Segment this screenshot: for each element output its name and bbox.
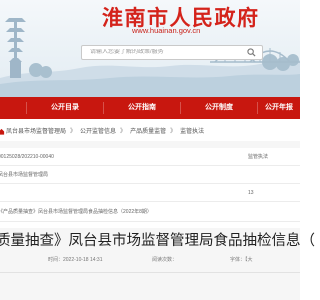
breadcrumb-item-product-quality[interactable]: 产品质量监管 <box>130 124 166 140</box>
meta-divider <box>0 201 300 202</box>
search-icon[interactable] <box>247 48 256 57</box>
article-title: 质量抽查》凤台县市场监督管理局食品抽检信息（ <box>0 233 315 249</box>
meta-category-value: 监管执法 <box>248 154 269 160</box>
article-divider <box>0 272 300 273</box>
meta-divider <box>0 183 300 184</box>
nav-item-annual-report[interactable]: 公开年报 <box>258 97 300 119</box>
breadcrumb: 凤台县市场监督管理局 》 公开监管信息 》 产品质量监管 》 监管执法 <box>0 124 300 140</box>
home-icon[interactable] <box>0 128 5 135</box>
view-count: 阅读次数： <box>152 257 178 263</box>
meta-publisher: 凤台县市场监督管理局 <box>0 172 49 178</box>
nav-item-home[interactable] <box>0 97 26 119</box>
breadcrumb-separator: 》 <box>120 129 127 135</box>
breadcrumb-separator: 》 <box>170 129 177 135</box>
nav-item-directory[interactable]: 公开目录 <box>27 97 103 119</box>
meta-title-full: 《产品质量抽查》凤台县市场监督管理局食品抽检信息（2022年8期） <box>0 209 152 215</box>
meta-divider <box>0 221 300 222</box>
nav-item-system[interactable]: 公开制度 <box>181 97 257 119</box>
breadcrumb-item-enforcement[interactable]: 监管执法 <box>180 124 204 140</box>
breadcrumb-item-regulatory-info[interactable]: 公开监管信息 <box>80 124 116 140</box>
site-url[interactable]: www.huainan.gov.cn <box>132 26 200 35</box>
main-nav: 公开目录 公开指南 公开制度 公开年报 <box>0 97 300 119</box>
nav-item-guide[interactable]: 公开指南 <box>104 97 180 119</box>
publish-time: 时间：2022-10-18 14:31 <box>48 257 103 263</box>
meta-index-number: 00125028/202210-00040 <box>0 154 54 160</box>
breadcrumb-item-bureau[interactable]: 凤台县市场监督管理局 <box>6 124 66 140</box>
pagoda-illustration <box>5 18 26 78</box>
font-size-control[interactable]: 字体：【大 <box>230 256 253 263</box>
search-box[interactable] <box>81 45 263 60</box>
metadata-table: 00125028/202210-00040 监管执法 凤台县市场监督管理局 13… <box>0 148 300 228</box>
meta-issue-number: 13 <box>248 190 254 196</box>
header-banner: 淮南市人民政府 www.huainan.gov.cn <box>0 0 300 97</box>
breadcrumb-separator: 》 <box>70 129 77 135</box>
search-input[interactable] <box>90 49 240 55</box>
meta-divider <box>0 165 300 166</box>
